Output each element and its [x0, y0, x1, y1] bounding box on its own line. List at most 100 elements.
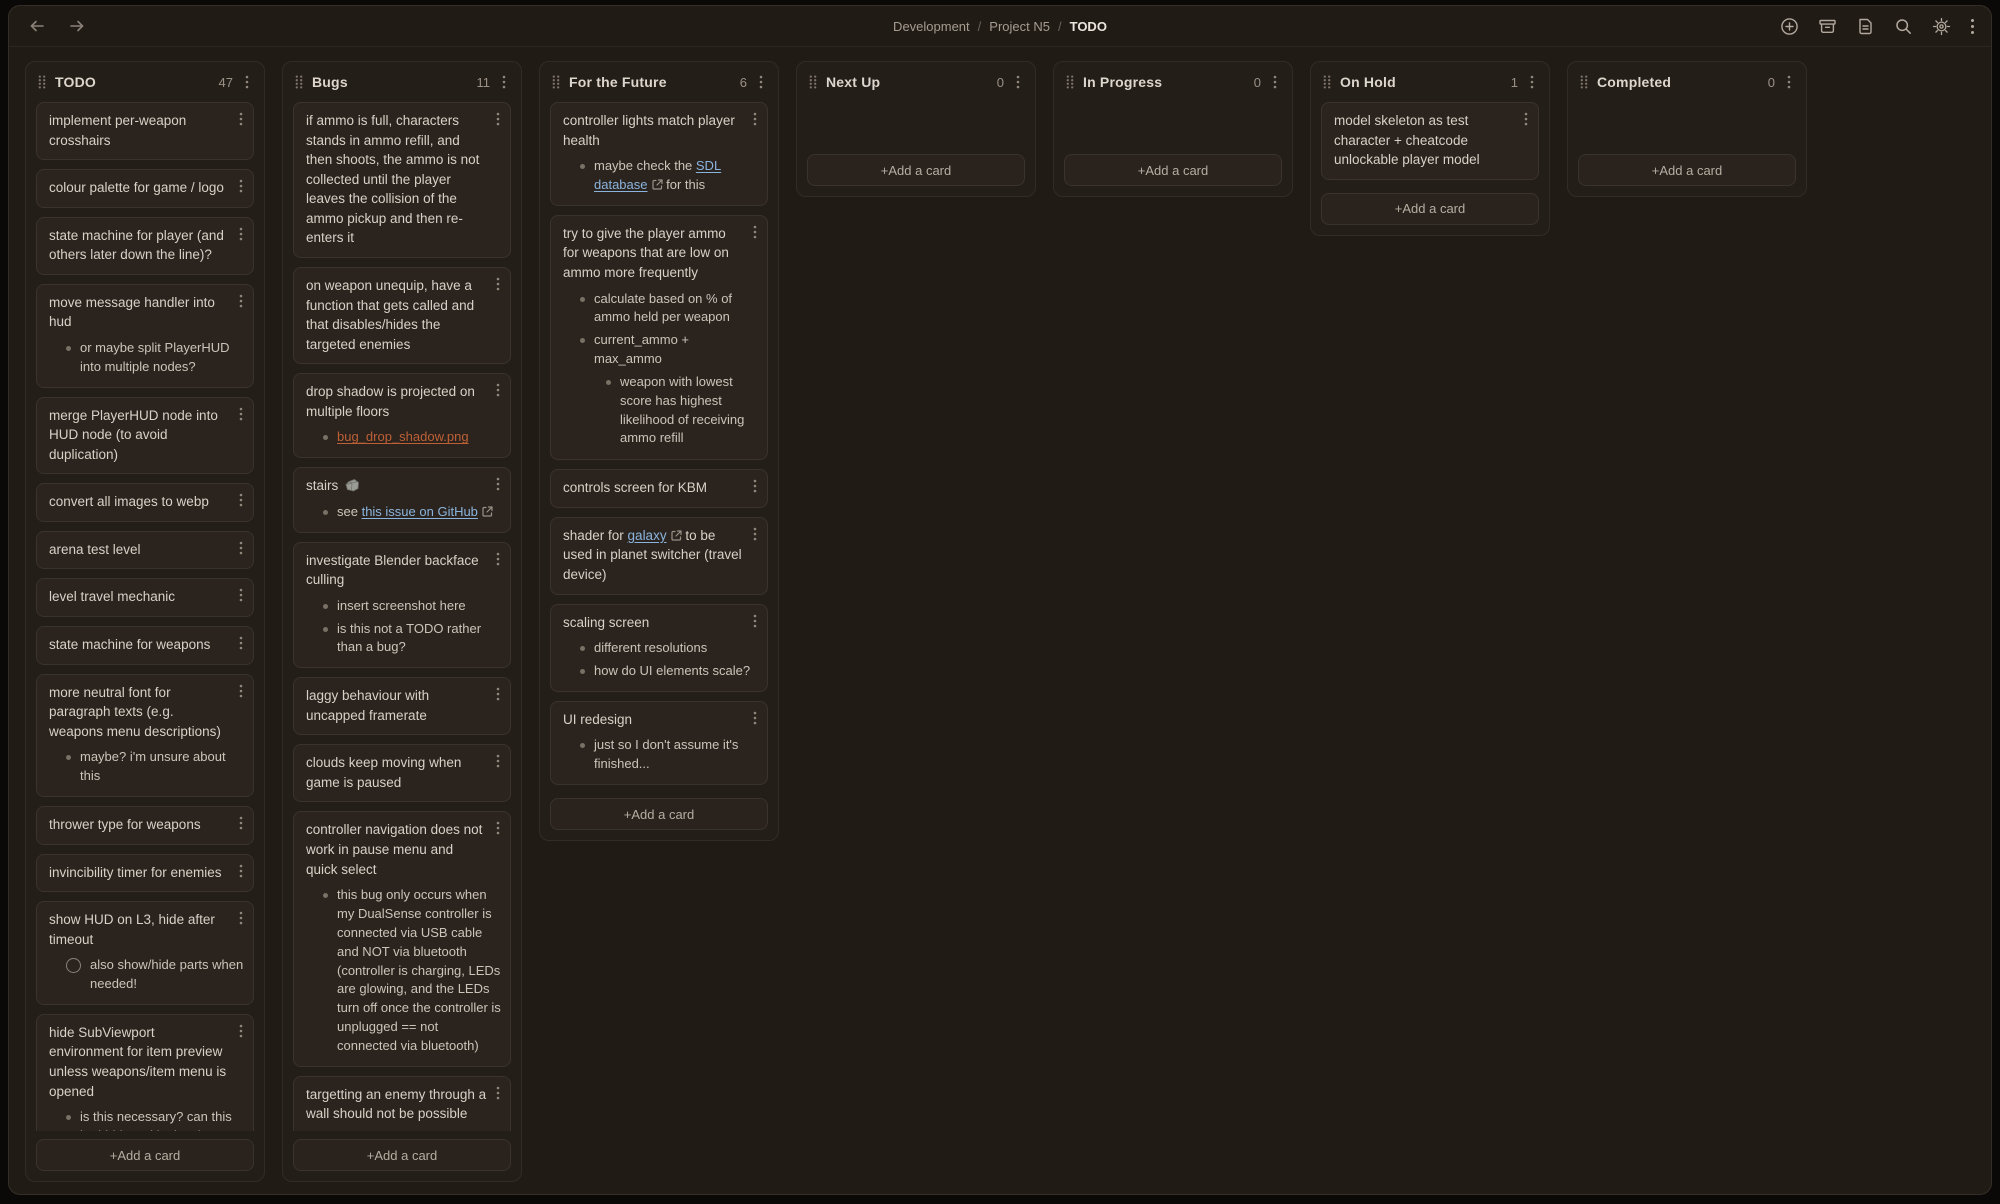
card[interactable]: UI redesignjust so I don't assume it's f… — [550, 701, 768, 785]
card-menu-button[interactable] — [750, 709, 760, 727]
card[interactable]: invincibility timer for enemies — [36, 854, 254, 893]
sub-item-list: maybe? i'm unsure about this — [49, 748, 244, 786]
card-menu-button[interactable] — [493, 275, 503, 293]
card[interactable]: convert all images to webp — [36, 483, 254, 522]
card-menu-button[interactable] — [236, 862, 246, 880]
card-menu-button[interactable] — [236, 682, 246, 700]
card-menu-button[interactable] — [236, 292, 246, 310]
card-menu-button[interactable] — [493, 550, 503, 568]
card-menu-button[interactable] — [493, 1084, 503, 1102]
card[interactable]: stairs see this issue on GitHub — [293, 467, 511, 532]
card-menu-button[interactable] — [750, 110, 760, 128]
card[interactable]: controller lights match player healthmay… — [550, 102, 768, 206]
add-card-button[interactable]: +Add a card — [1321, 193, 1539, 225]
add-button[interactable] — [1780, 17, 1799, 36]
card[interactable]: model skeleton as test character + cheat… — [1321, 102, 1539, 180]
card[interactable]: arena test level — [36, 531, 254, 570]
card[interactable]: targetting an enemy through a wall shoul… — [293, 1076, 511, 1131]
card-link[interactable]: galaxy — [628, 528, 667, 543]
breadcrumb-item[interactable]: Development — [893, 19, 970, 34]
notes-button[interactable] — [1856, 17, 1875, 36]
column-drag-handle[interactable] — [295, 75, 303, 89]
card[interactable]: controls screen for KBM — [550, 469, 768, 508]
card-menu-button[interactable] — [236, 491, 246, 509]
card-menu-button[interactable] — [236, 177, 246, 195]
add-card-button[interactable]: +Add a card — [1578, 154, 1796, 186]
card[interactable]: thrower type for weapons — [36, 806, 254, 845]
column-menu-button[interactable] — [1013, 73, 1023, 91]
card[interactable]: laggy behaviour with uncapped framerate — [293, 677, 511, 735]
column-menu-button[interactable] — [242, 73, 252, 91]
window-menu-button[interactable] — [1970, 18, 1975, 35]
card[interactable]: level travel mechanic — [36, 578, 254, 617]
card[interactable]: colour palette for game / logo — [36, 169, 254, 208]
add-card-button[interactable]: +Add a card — [550, 798, 768, 830]
card-menu-button[interactable] — [236, 539, 246, 557]
card-menu-button[interactable] — [493, 819, 503, 837]
card[interactable]: on weapon unequip, have a function that … — [293, 267, 511, 364]
card-menu-button[interactable] — [750, 612, 760, 630]
forward-button[interactable] — [65, 14, 89, 38]
column-drag-handle[interactable] — [38, 75, 46, 89]
card-menu-button[interactable] — [750, 223, 760, 241]
card-menu-button[interactable] — [236, 814, 246, 832]
card-menu-button[interactable] — [493, 110, 503, 128]
search-button[interactable] — [1894, 17, 1913, 36]
checkbox-circle[interactable] — [66, 958, 81, 973]
card-menu-button[interactable] — [236, 634, 246, 652]
card[interactable]: move message handler into hudor maybe sp… — [36, 284, 254, 388]
sub-item-list: just so I don't assume it's finished... — [563, 736, 758, 774]
card-menu-button[interactable] — [493, 475, 503, 493]
card-menu-button[interactable] — [750, 525, 760, 543]
settings-button[interactable] — [1932, 17, 1951, 36]
card[interactable]: hide SubViewport environment for item pr… — [36, 1014, 254, 1131]
card-link[interactable]: this issue on GitHub — [362, 504, 478, 519]
card-menu-button[interactable] — [236, 586, 246, 604]
card-menu-button[interactable] — [236, 225, 246, 243]
card-menu-button[interactable] — [493, 685, 503, 703]
add-card-button[interactable]: +Add a card — [36, 1139, 254, 1171]
archive-button[interactable] — [1818, 17, 1837, 36]
card[interactable]: if ammo is full, characters stands in am… — [293, 102, 511, 258]
card[interactable]: try to give the player ammo for weapons … — [550, 215, 768, 460]
card-menu-button[interactable] — [236, 110, 246, 128]
card[interactable]: shader for galaxy to be used in planet s… — [550, 517, 768, 595]
column-menu-button[interactable] — [1784, 73, 1794, 91]
card[interactable]: clouds keep moving when game is paused — [293, 744, 511, 802]
card[interactable]: controller navigation does not work in p… — [293, 811, 511, 1066]
column-menu-button[interactable] — [756, 73, 766, 91]
add-card-button[interactable]: +Add a card — [1064, 154, 1282, 186]
card-menu-button[interactable] — [750, 477, 760, 495]
card-menu-button[interactable] — [236, 405, 246, 423]
card[interactable]: more neutral font for paragraph texts (e… — [36, 674, 254, 797]
card[interactable]: show HUD on L3, hide after timeoutalso s… — [36, 901, 254, 1005]
column-drag-handle[interactable] — [809, 75, 817, 89]
add-card-button[interactable]: +Add a card — [293, 1139, 511, 1171]
column-menu-button[interactable] — [1527, 73, 1537, 91]
card[interactable]: merge PlayerHUD node into HUD node (to a… — [36, 397, 254, 475]
column-drag-handle[interactable] — [552, 75, 560, 89]
sub-item: maybe? i'm unsure about this — [66, 748, 244, 786]
card-menu-button[interactable] — [1521, 110, 1531, 128]
card[interactable]: investigate Blender backface cullinginse… — [293, 542, 511, 669]
column-drag-handle[interactable] — [1580, 75, 1588, 89]
card-menu-button[interactable] — [236, 909, 246, 927]
back-button[interactable] — [25, 14, 49, 38]
card-link[interactable]: bug_drop_shadow.png — [337, 429, 469, 444]
card-title: stairs — [306, 476, 487, 496]
card[interactable]: state machine for weapons — [36, 626, 254, 665]
card[interactable]: scaling screendifferent resolutionshow d… — [550, 604, 768, 692]
column-drag-handle[interactable] — [1066, 75, 1074, 89]
add-card-button[interactable]: +Add a card — [807, 154, 1025, 186]
card[interactable]: drop shadow is projected on multiple flo… — [293, 373, 511, 458]
card[interactable]: implement per-weapon crosshairs — [36, 102, 254, 160]
breadcrumb-item[interactable]: Project N5 — [989, 19, 1050, 34]
card-menu-button[interactable] — [236, 1022, 246, 1040]
column-drag-handle[interactable] — [1323, 75, 1331, 89]
card[interactable]: state machine for player (and others lat… — [36, 217, 254, 275]
column-menu-button[interactable] — [1270, 73, 1280, 91]
card-menu-button[interactable] — [493, 752, 503, 770]
column-menu-button[interactable] — [499, 73, 509, 91]
card-menu-button[interactable] — [493, 381, 503, 399]
sub-item-text: maybe check the SDL database for this — [594, 157, 758, 195]
